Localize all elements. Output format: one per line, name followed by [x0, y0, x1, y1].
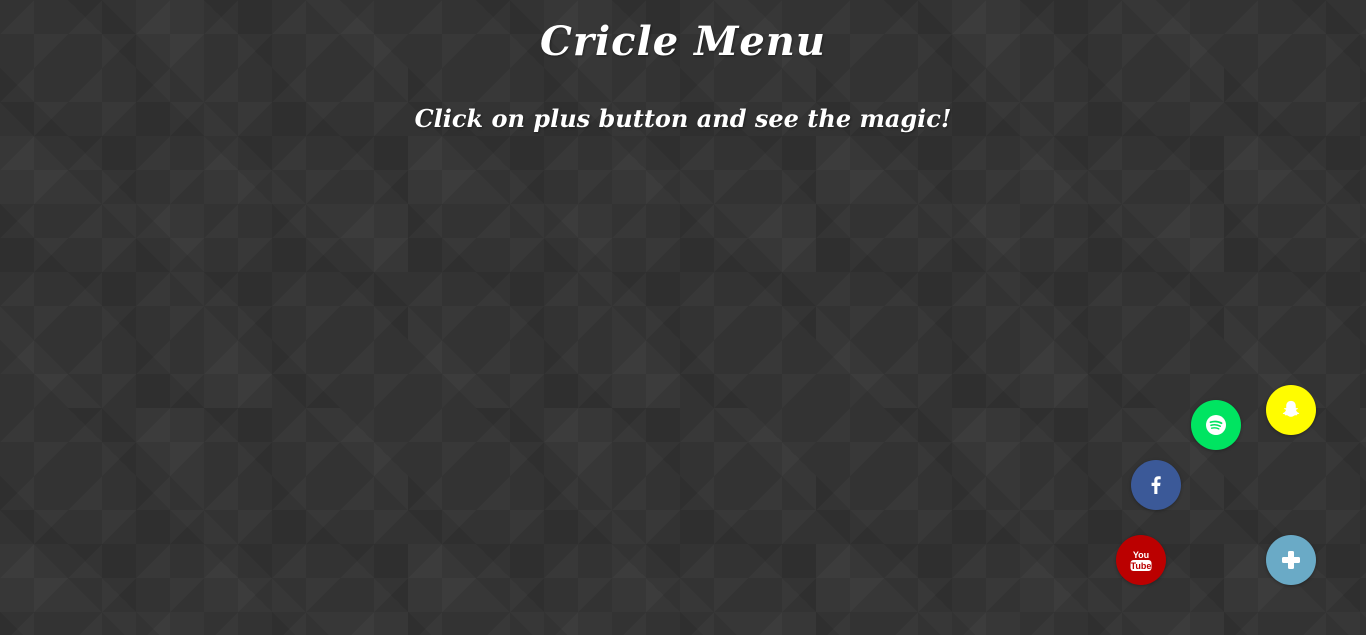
youtube-icon: You Tube: [1130, 550, 1152, 571]
facebook-icon: [1151, 476, 1161, 494]
youtube-icon-text-top: You: [1133, 550, 1149, 560]
facebook-button[interactable]: [1131, 460, 1181, 510]
spotify-icon: [1206, 415, 1226, 435]
page-title: Cricle Menu: [540, 18, 826, 65]
page-subtitle: Click on plus button and see the magic!: [414, 104, 952, 133]
spotify-button[interactable]: [1191, 400, 1241, 450]
snapchat-button[interactable]: [1266, 385, 1316, 435]
snapchat-icon: [1282, 400, 1300, 417]
youtube-button[interactable]: You Tube: [1116, 535, 1166, 585]
youtube-icon-text-bottom: Tube: [1131, 561, 1152, 571]
plus-icon: [1282, 551, 1300, 569]
plus-toggle-button[interactable]: [1266, 535, 1316, 585]
